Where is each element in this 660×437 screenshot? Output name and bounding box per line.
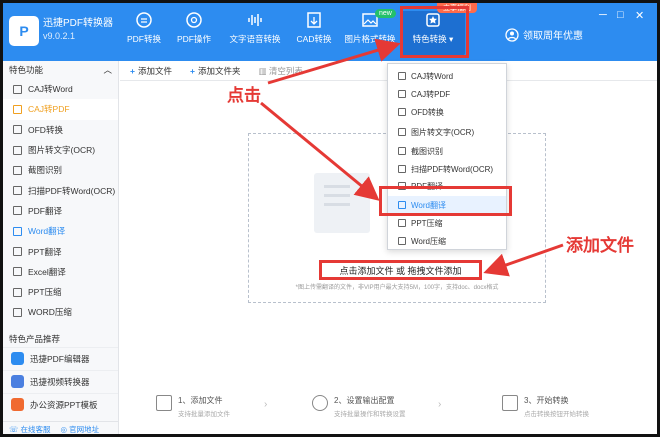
annotation-arrows (260, 38, 564, 277)
arrow-to-add-file (483, 243, 564, 277)
app-window: P 迅捷PDF转换器 v9.0.2.1 PDF转换 PDF操作 文字语音转换 C… (0, 0, 660, 437)
annotation-click: 点击 (227, 86, 261, 106)
arrow-to-word-translate (260, 101, 380, 201)
annotation-add-file: 添加文件 (566, 236, 634, 256)
arrow-to-feature (267, 38, 401, 85)
